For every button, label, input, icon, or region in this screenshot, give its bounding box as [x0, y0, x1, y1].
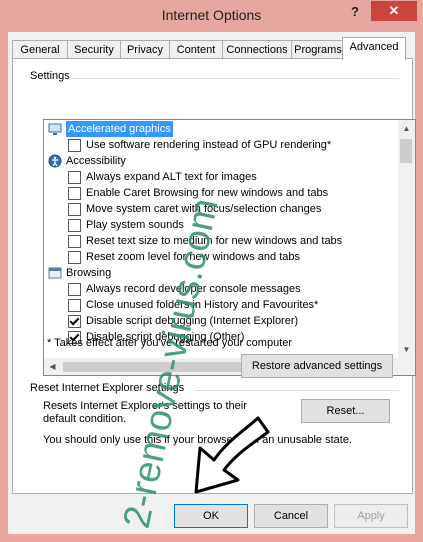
tab-connections[interactable]: Connections	[222, 40, 292, 59]
option-checkbox[interactable]	[68, 283, 81, 296]
settings-category[interactable]: Accessibility	[44, 153, 396, 169]
dialog-body: General Security Privacy Content Connect…	[8, 32, 416, 534]
settings-option[interactable]: Enable Caret Browsing for new windows an…	[44, 185, 396, 201]
settings-option[interactable]: Disable script debugging (Internet Explo…	[44, 313, 396, 329]
reset-divider	[195, 390, 398, 391]
option-checkbox[interactable]	[68, 171, 81, 184]
tab-content[interactable]: Content	[169, 40, 223, 59]
settings-option[interactable]: Play system sounds	[44, 217, 396, 233]
option-label: Disable script debugging (Internet Explo…	[86, 315, 299, 327]
monitor-icon	[48, 122, 62, 136]
settings-option[interactable]: Move system caret with focus/selection c…	[44, 201, 396, 217]
settings-option[interactable]: Always expand ALT text for images	[44, 169, 396, 185]
option-checkbox[interactable]	[68, 139, 81, 152]
option-label: Close unused folders in History and Favo…	[86, 299, 319, 311]
browsing-icon	[48, 266, 62, 280]
tab-general[interactable]: General	[12, 40, 68, 59]
apply-button[interactable]: Apply	[334, 504, 408, 528]
option-checkbox[interactable]	[68, 187, 81, 200]
close-button[interactable]: ✕	[371, 1, 417, 21]
reset-description: Resets Internet Explorer's settings to t…	[43, 400, 247, 425]
settings-divider	[73, 78, 398, 79]
option-checkbox[interactable]	[68, 219, 81, 232]
restore-advanced-settings-button[interactable]: Restore advanced settings	[241, 354, 393, 378]
ok-button[interactable]: OK	[174, 504, 248, 528]
option-checkbox[interactable]	[68, 235, 81, 248]
option-checkbox[interactable]	[68, 299, 81, 312]
settings-option[interactable]: Close unused folders in History and Favo…	[44, 297, 396, 313]
option-label: Reset zoom level for new windows and tab…	[86, 251, 300, 263]
option-label: Reset text size to medium for new window…	[86, 235, 343, 247]
category-label: Browsing	[66, 267, 112, 279]
reset-button[interactable]: Reset...	[301, 399, 390, 423]
scroll-left-icon[interactable]: ◀	[44, 358, 61, 375]
accessibility-icon	[48, 154, 62, 168]
option-label: Play system sounds	[86, 219, 184, 231]
settings-option[interactable]: Always record developer console messages	[44, 281, 396, 297]
option-label: Always record developer console messages	[86, 283, 301, 295]
tab-security[interactable]: Security	[67, 40, 121, 59]
category-label: Accelerated graphics	[66, 121, 173, 137]
option-label: Always expand ALT text for images	[86, 171, 257, 183]
vertical-scroll-thumb[interactable]	[400, 139, 412, 163]
tab-programs[interactable]: Programs	[291, 40, 345, 59]
option-label: Enable Caret Browsing for new windows an…	[86, 187, 329, 199]
settings-option[interactable]: Use software rendering instead of GPU re…	[44, 137, 396, 153]
category-label: Accessibility	[66, 155, 126, 167]
settings-category[interactable]: Browsing	[44, 265, 396, 281]
tab-privacy[interactable]: Privacy	[120, 40, 170, 59]
reset-note: You should only use this if your browser…	[43, 434, 352, 446]
option-checkbox[interactable]	[68, 251, 81, 264]
scroll-up-icon[interactable]: ▲	[398, 120, 415, 137]
restart-footnote: * Takes effect after you've restarted yo…	[47, 337, 293, 349]
option-checkbox[interactable]	[68, 203, 81, 216]
settings-category[interactable]: Accelerated graphics	[44, 121, 396, 137]
advanced-panel: Settings Accelerated graphics Use softwar…	[12, 58, 416, 494]
reset-group-label: Reset Internet Explorer settings	[28, 382, 187, 394]
option-label: Move system caret with focus/selection c…	[86, 203, 322, 215]
settings-option[interactable]: Reset zoom level for new windows and tab…	[44, 249, 396, 265]
settings-vertical-scrollbar[interactable]: ▲ ▼	[398, 120, 415, 375]
option-checkbox[interactable]	[68, 315, 81, 328]
tab-advanced[interactable]: Advanced	[342, 37, 406, 60]
cancel-button[interactable]: Cancel	[254, 504, 328, 528]
settings-group-label: Settings	[28, 70, 72, 82]
scroll-corner	[398, 358, 415, 375]
option-label: Use software rendering instead of GPU re…	[86, 139, 332, 151]
title-bar: Internet Options ? ✕	[0, 0, 423, 32]
help-button[interactable]: ?	[346, 4, 364, 22]
settings-option[interactable]: Reset text size to medium for new window…	[44, 233, 396, 249]
scroll-down-icon[interactable]: ▼	[398, 341, 415, 358]
